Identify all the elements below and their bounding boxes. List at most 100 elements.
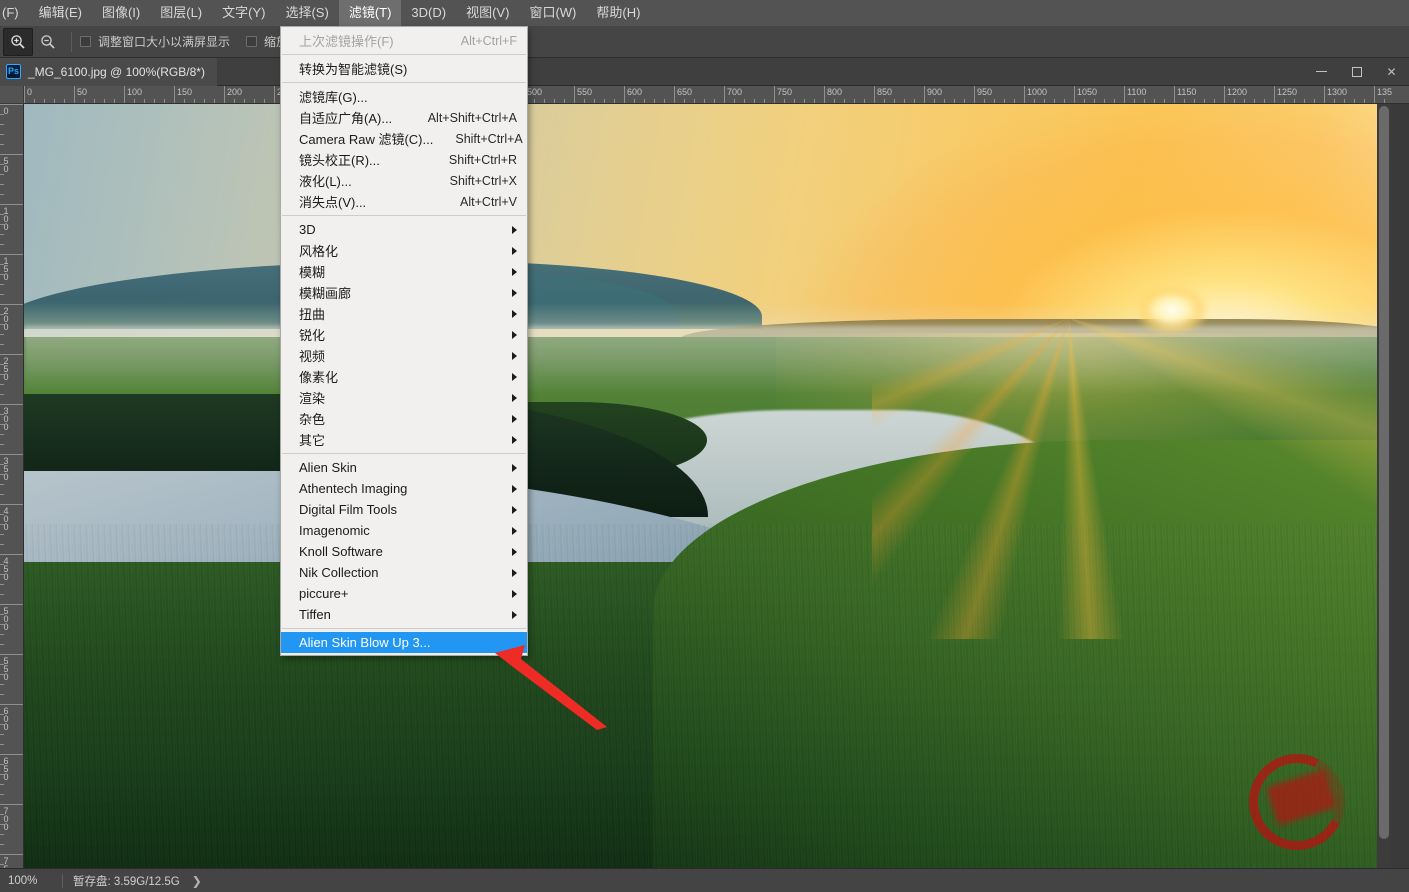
ruler-tick (244, 99, 245, 103)
submenu-arrow-icon (512, 373, 517, 381)
menu-item-4[interactable]: 文字(Y) (212, 0, 275, 26)
submenu-arrow-icon (512, 310, 517, 318)
menu-item-0[interactable]: (F) (0, 0, 29, 26)
filter-menu-item-5-0[interactable]: Alien Skin Blow Up 3... (281, 632, 527, 653)
document-tab[interactable]: Ps _MG_6100.jpg @ 100%(RGB/8*) (0, 58, 217, 86)
minimize-button[interactable] (1304, 58, 1339, 86)
ruler-label: 1200 (1224, 87, 1247, 97)
menu-item-2[interactable]: 图像(I) (92, 0, 150, 26)
menu-item-label: 自适应广角(A)... (299, 108, 392, 127)
filter-menu-item-3-10[interactable]: 其它 (281, 429, 527, 450)
ruler-tick (0, 284, 4, 285)
ruler-tick (214, 99, 215, 103)
sun-disc (1137, 286, 1207, 334)
submenu-arrow-icon (512, 506, 517, 514)
filter-menu-item-3-3[interactable]: 模糊画廊 (281, 282, 527, 303)
ruler-tick (0, 294, 4, 295)
menu-item-label: 模糊画廊 (299, 283, 351, 302)
filter-menu-item-3-8[interactable]: 渲染 (281, 387, 527, 408)
vertical-ruler[interactable]: 0501001502002503003504004505005506006507… (0, 104, 24, 868)
ruler-label: 600 (1, 706, 11, 730)
menu-bar: (F)编辑(E)图像(I)图层(L)文字(Y)选择(S)滤镜(T)3D(D)视图… (0, 0, 1409, 26)
ruler-tick (0, 694, 4, 695)
ruler-tick (804, 99, 805, 103)
ruler-tick (1114, 99, 1115, 103)
menu-item-3[interactable]: 图层(L) (150, 0, 212, 26)
filter-menu-item-3-6[interactable]: 视频 (281, 345, 527, 366)
ruler-tick (954, 99, 955, 103)
zoom-out-icon[interactable] (33, 28, 63, 56)
filter-menu-item-4-0[interactable]: Alien Skin (281, 457, 527, 478)
ruler-tick (1254, 99, 1255, 103)
canvas-vertical-scrollbar[interactable] (1377, 104, 1391, 868)
status-zoom-level[interactable]: 100% (0, 875, 62, 887)
ruler-tick (0, 844, 4, 845)
filter-menu-item-2-3[interactable]: 镜头校正(R)...Shift+Ctrl+R (281, 149, 527, 170)
menu-item-10[interactable]: 帮助(H) (586, 0, 650, 26)
close-button[interactable]: ✕ (1374, 58, 1409, 86)
ruler-tick (0, 584, 4, 585)
menu-item-9[interactable]: 窗口(W) (519, 0, 586, 26)
filter-menu-item-2-5[interactable]: 消失点(V)...Alt+Ctrl+V (281, 191, 527, 212)
ruler-tick (0, 134, 4, 135)
menu-item-5[interactable]: 选择(S) (275, 0, 338, 26)
ruler-tick (0, 304, 24, 305)
ruler-tick (94, 99, 95, 103)
menu-item-7[interactable]: 3D(D) (401, 0, 456, 26)
ruler-label: 1000 (1024, 87, 1047, 97)
ruler-tick (734, 99, 735, 103)
filter-menu-item-4-7[interactable]: Tiffen (281, 604, 527, 625)
ruler-tick (0, 174, 4, 175)
submenu-arrow-icon (512, 611, 517, 619)
filter-menu-item-1-0[interactable]: 转换为智能滤镜(S) (281, 58, 527, 79)
status-chevron-icon[interactable]: ❯ (192, 874, 202, 888)
filter-menu-item-3-5[interactable]: 锐化 (281, 324, 527, 345)
submenu-arrow-icon (512, 289, 517, 297)
menu-item-label: 渲染 (299, 388, 325, 407)
filter-menu-item-4-1[interactable]: Athentech Imaging (281, 478, 527, 499)
river-mist (24, 326, 1391, 395)
menu-item-label: Alien Skin (299, 460, 357, 475)
submenu-arrow-icon (512, 394, 517, 402)
zoom-in-icon[interactable] (3, 28, 33, 56)
menu-item-8[interactable]: 视图(V) (456, 0, 519, 26)
ruler-tick (0, 544, 4, 545)
filter-menu-item-4-4[interactable]: Knoll Software (281, 541, 527, 562)
menu-item-label: 杂色 (299, 409, 325, 428)
horizontal-ruler[interactable]: 0501001502002503003504004505005506006507… (24, 86, 1409, 104)
restore-button[interactable] (1339, 58, 1374, 86)
filter-menu-item-3-9[interactable]: 杂色 (281, 408, 527, 429)
filter-menu-item-4-3[interactable]: Imagenomic (281, 520, 527, 541)
filter-menu-item-4-2[interactable]: Digital Film Tools (281, 499, 527, 520)
menu-item-1[interactable]: 编辑(E) (29, 0, 92, 26)
filter-menu-item-3-4[interactable]: 扭曲 (281, 303, 527, 324)
filter-menu-item-2-1[interactable]: 自适应广角(A)...Alt+Shift+Ctrl+A (281, 107, 527, 128)
menu-item-label: 风格化 (299, 241, 338, 260)
filter-menu-item-3-7[interactable]: 像素化 (281, 366, 527, 387)
ruler-tick (0, 124, 4, 125)
menu-item-6[interactable]: 滤镜(T) (339, 0, 402, 26)
scrollbar-thumb[interactable] (1379, 106, 1389, 839)
ruler-tick (1094, 99, 1095, 103)
document-tab-bar: Ps _MG_6100.jpg @ 100%(RGB/8*) ✕ (0, 58, 1409, 86)
filter-menu-item-2-4[interactable]: 液化(L)...Shift+Ctrl+X (281, 170, 527, 191)
filter-menu-item-2-0[interactable]: 滤镜库(G)... (281, 86, 527, 107)
ruler-label: 350 (1, 456, 11, 480)
filter-menu-item-4-5[interactable]: Nik Collection (281, 562, 527, 583)
ruler-tick (0, 794, 4, 795)
filter-menu-item-2-2[interactable]: Camera Raw 滤镜(C)...Shift+Ctrl+A (281, 128, 527, 149)
ruler-tick (1184, 99, 1185, 103)
ruler-tick (204, 99, 205, 103)
filter-menu-item-4-6[interactable]: piccure+ (281, 583, 527, 604)
ruler-label: 850 (874, 87, 892, 97)
ruler-tick (0, 534, 4, 535)
filter-menu-item-3-0[interactable]: 3D (281, 219, 527, 240)
image-canvas[interactable] (24, 104, 1391, 868)
filter-menu-item-3-2[interactable]: 模糊 (281, 261, 527, 282)
status-bar: 100% 暂存盘: 3.59G/12.5G ❯ (0, 868, 1409, 892)
filter-dropdown-menu[interactable]: 上次滤镜操作(F)Alt+Ctrl+F转换为智能滤镜(S)滤镜库(G)...自适… (280, 26, 528, 656)
resize-window-checkbox[interactable]: 调整窗口大小以满屏显示 (80, 33, 230, 50)
ruler-tick (264, 99, 265, 103)
filter-menu-item-3-1[interactable]: 风格化 (281, 240, 527, 261)
ruler-tick (1064, 99, 1065, 103)
